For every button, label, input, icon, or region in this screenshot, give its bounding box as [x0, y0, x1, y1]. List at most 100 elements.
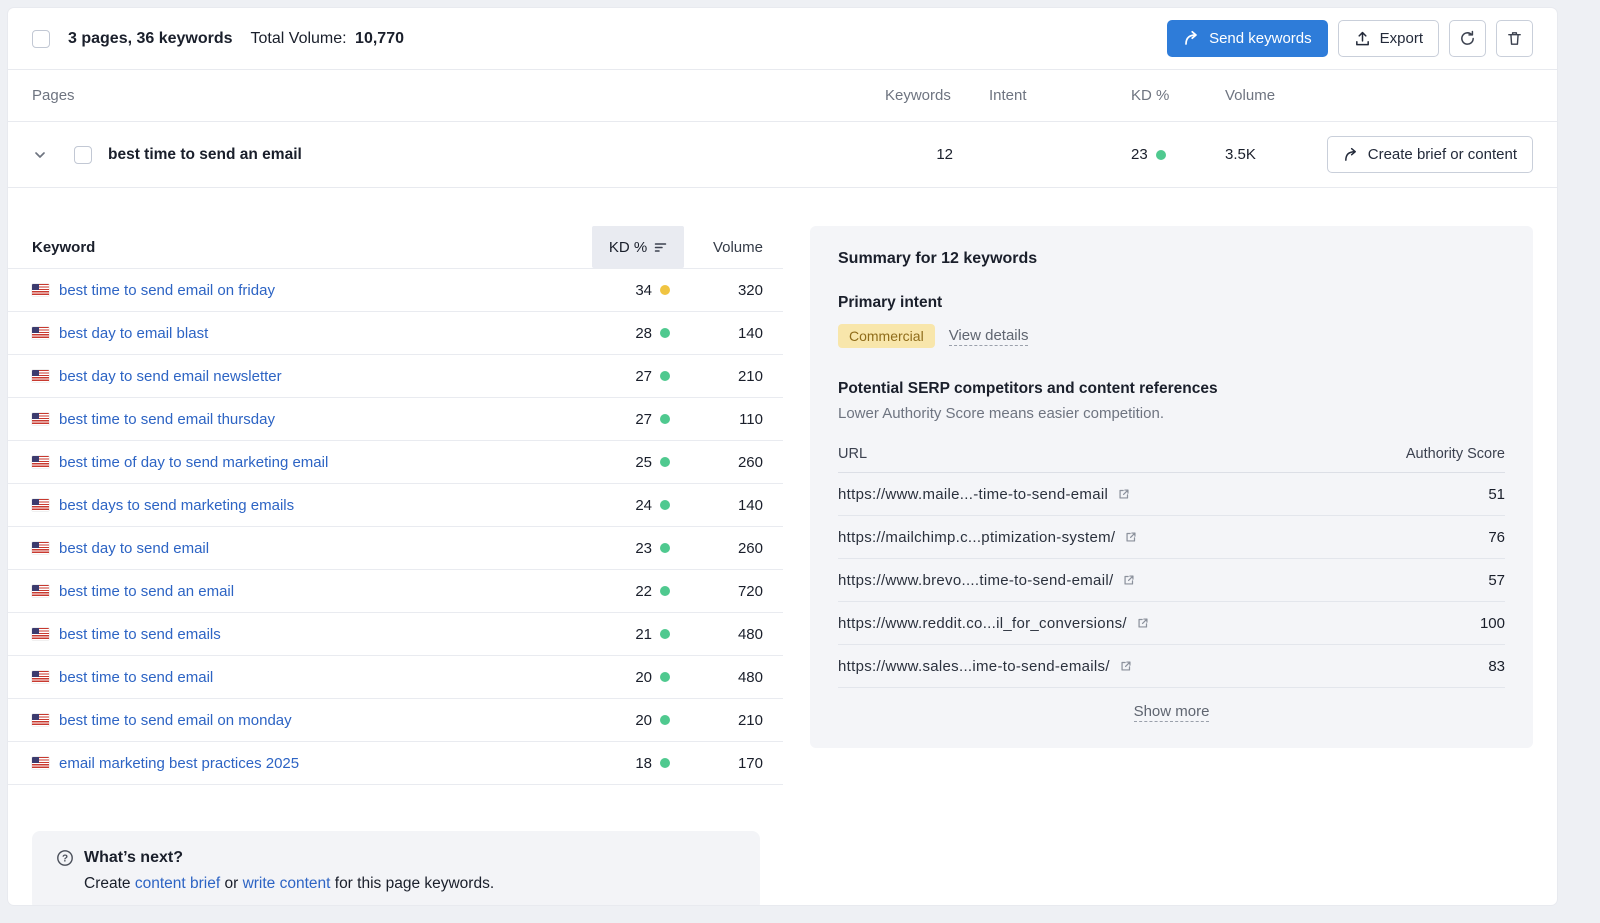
keyword-kd-value: 22: [635, 583, 652, 600]
selection-summary: 3 pages, 36 keywords: [68, 30, 233, 48]
keyword-name-cell: best time to send an email: [8, 583, 592, 600]
us-flag-icon: [32, 327, 49, 339]
chevron-down-icon: [32, 147, 48, 163]
keyword-volume: 260: [684, 454, 783, 471]
keyword-link[interactable]: best time to send email thursday: [59, 411, 275, 428]
content-brief-link[interactable]: content brief: [135, 875, 220, 892]
kd-sort-header[interactable]: KD %: [592, 226, 684, 268]
export-button[interactable]: Export: [1338, 20, 1439, 57]
authority-score: 83: [1488, 658, 1505, 675]
view-details-link[interactable]: View details: [949, 327, 1029, 346]
keyword-name-cell: best time of day to send marketing email: [8, 454, 592, 471]
keyword-link[interactable]: best days to send marketing emails: [59, 497, 294, 514]
whats-next-middle: or: [220, 875, 242, 892]
page-kd-cell: 23: [1105, 146, 1205, 163]
keyword-row: best time to send an email 22 720: [8, 569, 783, 612]
keyword-kd-cell: 21: [592, 626, 684, 643]
total-volume-value: 10,770: [355, 30, 404, 47]
keyword-name-cell: best day to send email: [8, 540, 592, 557]
keyword-link[interactable]: best time to send email on monday: [59, 712, 292, 729]
keyword-row: best day to send email 23 260: [8, 526, 783, 569]
select-all-checkbox[interactable]: [32, 30, 50, 48]
summary-panel: Summary for 12 keywords Primary intent C…: [810, 226, 1533, 748]
keyword-row: best time to send email on friday 34 320: [8, 268, 783, 311]
delete-button[interactable]: [1496, 20, 1533, 57]
us-flag-icon: [32, 370, 49, 382]
authority-score: 57: [1488, 572, 1505, 589]
whats-next-box: ? What’s next? Create content brief or w…: [32, 831, 760, 905]
show-more-wrap: Show more: [838, 703, 1505, 722]
keyword-row: best time to send email thursday 27 110: [8, 397, 783, 440]
competitor-row: https://www.sales...ime-to-send-emails/ …: [838, 645, 1505, 688]
keyword-kd-value: 23: [635, 540, 652, 557]
competitor-url: https://www.sales...ime-to-send-emails/: [838, 658, 1110, 675]
keyword-name-cell: best time to send emails: [8, 626, 592, 643]
pages-column-header: Pages: [32, 87, 875, 104]
keyword-kd-cell: 20: [592, 712, 684, 729]
keyword-kd-cell: 18: [592, 755, 684, 772]
keyword-kd-value: 27: [635, 368, 652, 385]
keyword-strategy-app: 3 pages, 36 keywords Total Volume: 10,77…: [8, 8, 1557, 905]
send-keywords-button[interactable]: Send keywords: [1167, 20, 1328, 57]
trash-icon: [1506, 30, 1523, 47]
page-checkbox[interactable]: [74, 146, 92, 164]
keyword-link[interactable]: best day to email blast: [59, 325, 208, 342]
refresh-button[interactable]: [1449, 20, 1486, 57]
competitor-url-cell[interactable]: https://www.sales...ime-to-send-emails/: [838, 658, 1133, 675]
competitor-url-cell[interactable]: https://www.brevo....time-to-send-email/: [838, 572, 1136, 589]
kd-dot: [660, 543, 670, 553]
page-kd-value: 23: [1131, 146, 1148, 163]
collapse-page-button[interactable]: [32, 147, 48, 163]
create-brief-button[interactable]: Create brief or content: [1327, 136, 1533, 173]
create-brief-arrow-icon: [1343, 147, 1359, 163]
keyword-kd-cell: 23: [592, 540, 684, 557]
competitor-url: https://www.brevo....time-to-send-email/: [838, 572, 1113, 589]
send-keywords-label: Send keywords: [1209, 30, 1312, 47]
competitor-url-cell[interactable]: https://www.maile...-time-to-send-email: [838, 486, 1131, 503]
keyword-name-cell: best time to send email: [8, 669, 592, 686]
intent-badge: Commercial: [838, 324, 935, 348]
keyword-kd-cell: 34: [592, 282, 684, 299]
keyword-link[interactable]: best time of day to send marketing email: [59, 454, 328, 471]
keyword-kd-value: 20: [635, 712, 652, 729]
keyword-link[interactable]: email marketing best practices 2025: [59, 755, 299, 772]
competitor-row: https://www.reddit.co...il_for_conversio…: [838, 602, 1505, 645]
kd-dot: [660, 371, 670, 381]
keyword-volume: 720: [684, 583, 783, 600]
kd-dot: [660, 715, 670, 725]
summary-title: Summary for 12 keywords: [838, 250, 1505, 268]
keyword-link[interactable]: best day to send email newsletter: [59, 368, 282, 385]
keyword-link[interactable]: best time to send an email: [59, 583, 234, 600]
keyword-kd-cell: 27: [592, 411, 684, 428]
kd-dot: [660, 758, 670, 768]
keyword-link[interactable]: best time to send emails: [59, 626, 221, 643]
keyword-volume: 260: [684, 540, 783, 557]
keyword-link[interactable]: best day to send email: [59, 540, 209, 557]
write-content-link[interactable]: write content: [243, 875, 331, 892]
keyword-row: best days to send marketing emails 24 14…: [8, 483, 783, 526]
pages-header-row: Pages Keywords Intent KD % Volume: [8, 70, 1557, 122]
keyword-volume: 110: [684, 411, 783, 428]
export-label: Export: [1380, 30, 1423, 47]
competitor-table-header: URL Authority Score: [838, 446, 1505, 473]
kd-dot: [660, 457, 670, 467]
competitor-row: https://mailchimp.c...ptimization-system…: [838, 516, 1505, 559]
keyword-kd-cell: 22: [592, 583, 684, 600]
keyword-name-cell: best time to send email on friday: [8, 282, 592, 299]
authority-score-column-header: Authority Score: [1406, 446, 1505, 462]
kd-dot: [660, 500, 670, 510]
keyword-row: best time to send email on monday 20 210: [8, 698, 783, 741]
show-more-link[interactable]: Show more: [1134, 703, 1210, 722]
competitor-row: https://www.maile...-time-to-send-email …: [838, 473, 1505, 516]
export-icon: [1354, 30, 1371, 47]
page-intent-cell: [955, 146, 1105, 163]
keyword-link[interactable]: best time to send email on friday: [59, 282, 275, 299]
competitor-url: https://mailchimp.c...ptimization-system…: [838, 529, 1115, 546]
competitor-url-cell[interactable]: https://mailchimp.c...ptimization-system…: [838, 529, 1138, 546]
kd-dot: [660, 672, 670, 682]
competitor-url-cell[interactable]: https://www.reddit.co...il_for_conversio…: [838, 615, 1150, 632]
keyword-link[interactable]: best time to send email: [59, 669, 213, 686]
keyword-kd-cell: 25: [592, 454, 684, 471]
kd-dot: [660, 586, 670, 596]
whats-next-prefix: Create: [84, 875, 135, 892]
